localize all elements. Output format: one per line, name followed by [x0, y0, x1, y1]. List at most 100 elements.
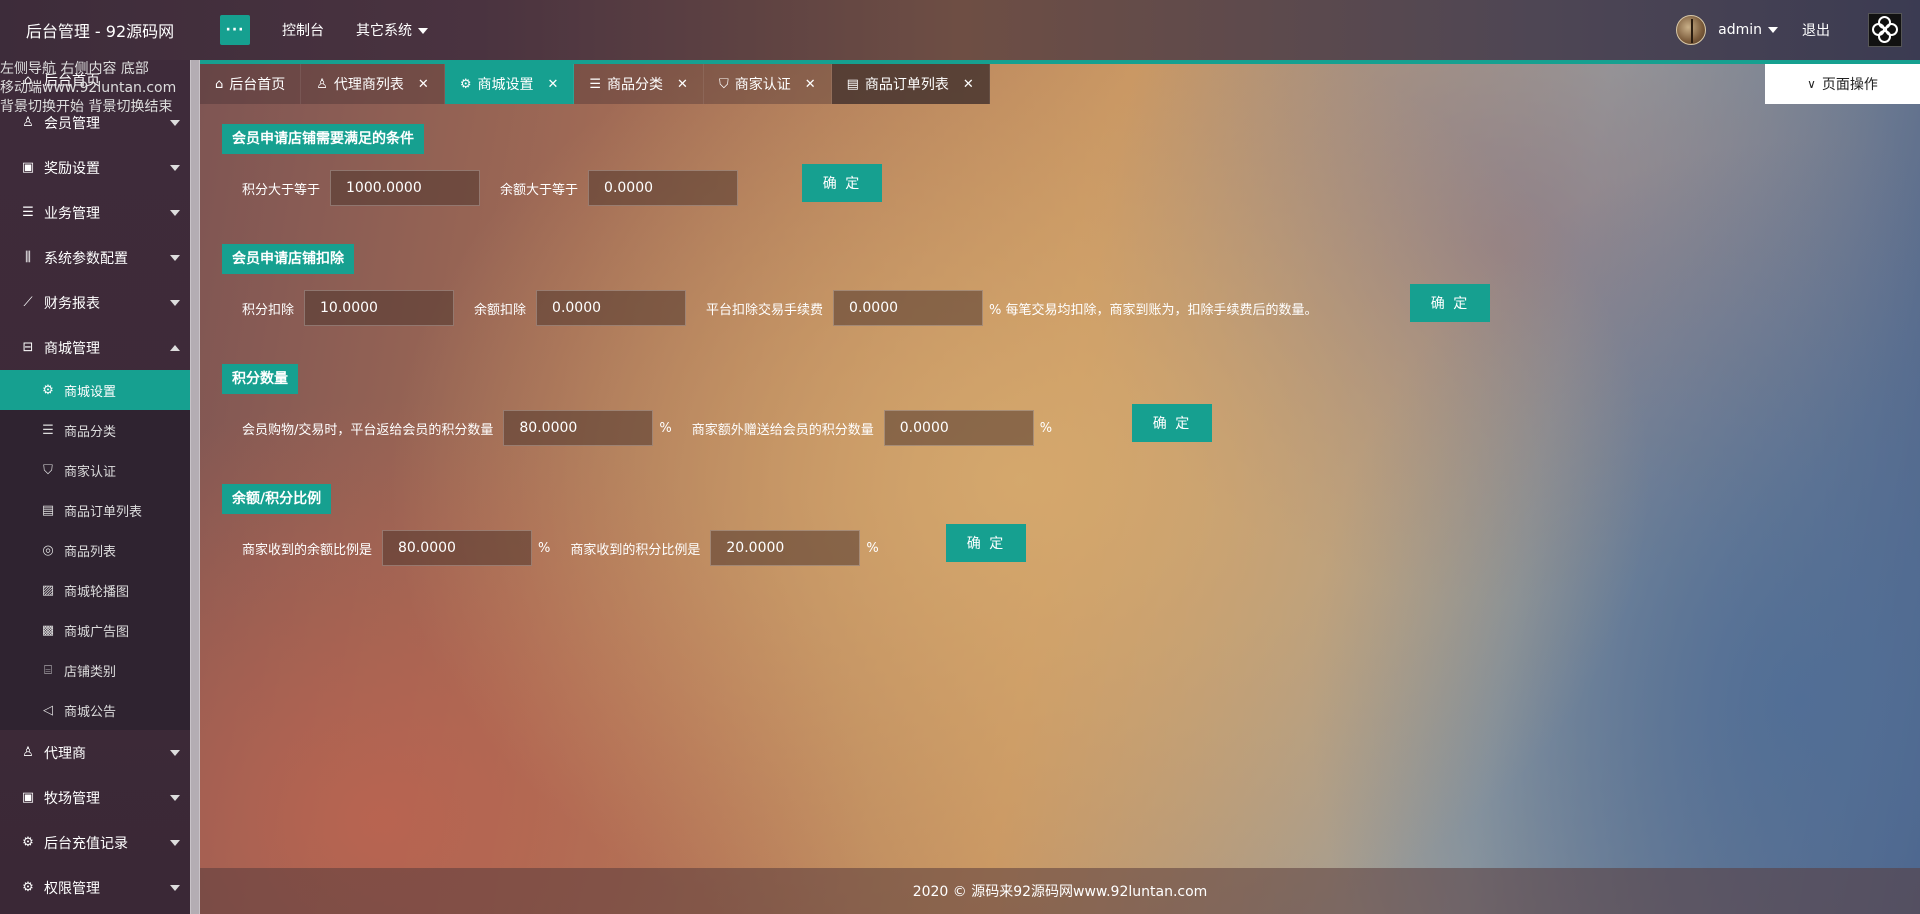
balance-ratio-label: 商家收到的余额比例是	[242, 542, 373, 558]
fee-input[interactable]	[833, 290, 984, 326]
sidebar-item-rewards[interactable]: ▣ 奖励设置	[0, 145, 190, 190]
sidebar-subitem-shop-types[interactable]: ⌸ 店铺类别	[0, 650, 190, 690]
gear-icon: ⚙	[459, 76, 472, 92]
avatar[interactable]	[1676, 15, 1707, 45]
section-title: 会员申请店铺需要满足的条件	[222, 124, 424, 154]
sidebar-subitem-products[interactable]: ◎ 商品列表	[0, 530, 190, 570]
sidebar-subitem-ads[interactable]: ▩ 商城广告图	[0, 610, 190, 650]
close-icon[interactable]: ✕	[547, 77, 558, 92]
scrollbar-thumb[interactable]	[191, 60, 199, 914]
tab-label: 商品分类	[607, 77, 664, 93]
points-deduct-input[interactable]	[304, 290, 455, 326]
user-icon: ♙	[22, 115, 34, 130]
sidebar-item-label: 后台首页	[44, 73, 100, 89]
platform-points-input[interactable]	[503, 410, 654, 446]
logout-link[interactable]: 退出	[1802, 20, 1830, 40]
sidebar-item-permissions[interactable]: ⚙ 权限管理	[0, 865, 190, 910]
tab-merchant-auth[interactable]: ⛉ 商家认证 ✕	[703, 64, 832, 104]
list-icon: ☰	[42, 422, 54, 438]
sidebar-item-label: 商品分类	[64, 424, 117, 440]
shield-icon: ⛉	[718, 76, 729, 92]
confirm-button[interactable]: 确 定	[802, 164, 882, 202]
platform-points-label: 会员购物/交易时，平台返给会员的积分数量	[242, 422, 494, 438]
tab-categories[interactable]: ☰ 商品分类 ✕	[574, 64, 704, 104]
sidebar-subitem-announcements[interactable]: ◁ 商城公告	[0, 690, 190, 730]
sidebar-item-label: 后台充值记录	[44, 835, 128, 852]
tab-label: 商品订单列表	[864, 77, 949, 93]
sidebar-item-label: 权限管理	[44, 880, 100, 897]
percent-unit: %	[866, 540, 879, 556]
balance-ratio-input[interactable]	[382, 530, 533, 566]
balance-min-input[interactable]	[588, 170, 739, 206]
balance-min-label: 余额大于等于	[500, 182, 579, 198]
sidebar-item-label: 商城管理	[44, 340, 100, 357]
close-icon[interactable]: ✕	[963, 77, 974, 92]
theme-switch-icon[interactable]	[1868, 13, 1902, 47]
user-icon: ♙	[22, 745, 34, 760]
close-icon[interactable]: ✕	[418, 77, 429, 92]
sidebar-item-recharge-records[interactable]: ⚙ 后台充值记录	[0, 820, 190, 865]
percent-unit: %	[1039, 420, 1053, 436]
sidebar-item-ranch[interactable]: ▣ 牧场管理	[0, 775, 190, 820]
sidebar-item-system-params[interactable]: ⫼ 系统参数配置	[0, 235, 190, 280]
sidebar-item-label: 奖励设置	[44, 160, 100, 177]
section-title: 积分数量	[222, 364, 298, 394]
home-icon: ⌂	[23, 72, 33, 88]
fee-label: 平台扣除交易手续费	[706, 302, 824, 318]
sidebar-subitem-orders[interactable]: ▤ 商品订单列表	[0, 490, 190, 530]
sidebar-item-label: 店铺类别	[64, 664, 117, 680]
tab-mall-settings[interactable]: ⚙ 商城设置 ✕	[444, 64, 575, 104]
sidebar-item-agents[interactable]: ♙ 代理商	[0, 730, 190, 775]
merchant-points-label: 商家额外赠送给会员的积分数量	[691, 422, 874, 438]
confirm-button[interactable]: 确 定	[1410, 284, 1490, 322]
sidebar-subitem-merchant-auth[interactable]: ⛉ 商家认证	[0, 450, 190, 490]
sidebar-item-business[interactable]: ☰ 业务管理	[0, 190, 190, 235]
chevron-down-icon	[170, 840, 180, 846]
sidebar-subitem-mall-settings[interactable]: ⚙ 商城设置	[0, 370, 190, 410]
gift-icon: ▣	[21, 160, 35, 175]
nav-other-systems-dropdown[interactable]: 其它系统	[356, 20, 428, 40]
chevron-down-icon	[170, 300, 180, 306]
close-icon[interactable]: ✕	[805, 77, 816, 92]
row-points-quantity: 会员购物/交易时，平台返给会员的积分数量 % 商家额外赠送给会员的积分数量 %	[242, 410, 1052, 446]
balance-deduct-input[interactable]	[536, 290, 687, 326]
row-balance-points-ratio: 商家收到的余额比例是 % 商家收到的积分比例是 %	[242, 530, 879, 566]
close-icon[interactable]: ✕	[677, 77, 688, 92]
menu-toggle-button[interactable]: ···	[220, 15, 250, 45]
sidebar-scrollbar[interactable]	[190, 60, 200, 914]
sidebar: ⌂ 后台首页 ♙ 会员管理 ▣ 奖励设置 ☰ 业务管理 ⫼ 系统参数配置 ⟋ 财…	[0, 60, 190, 914]
tab-agent-list[interactable]: ♙ 代理商列表 ✕	[301, 64, 445, 104]
sidebar-subitem-carousel[interactable]: ▨ 商城轮播图	[0, 570, 190, 610]
confirm-button[interactable]: 确 定	[946, 524, 1026, 562]
sidebar-item-label: 商城公告	[64, 704, 117, 720]
tab-label: 代理商列表	[333, 77, 404, 93]
chevron-down-icon	[170, 885, 180, 891]
percent-unit: %	[659, 420, 672, 436]
sidebar-subitem-categories[interactable]: ☰ 商品分类	[0, 410, 190, 450]
document-icon: ▤	[846, 76, 859, 92]
footer: 2020 © 源码来92源码网www.92luntan.com	[200, 868, 1920, 914]
gear-icon: ⚙	[42, 382, 54, 398]
confirm-button[interactable]: 确 定	[1132, 404, 1212, 442]
sidebar-item-label: 系统参数配置	[44, 250, 128, 267]
shop-icon: ⊟	[22, 340, 34, 355]
points-min-input[interactable]	[330, 170, 481, 206]
tab-orders[interactable]: ▤ 商品订单列表 ✕	[831, 64, 990, 104]
tab-home[interactable]: ⌂ 后台首页	[200, 64, 302, 104]
page-operations-dropdown[interactable]: ∨ 页面操作	[1765, 64, 1920, 104]
sidebar-item-home[interactable]: ⌂ 后台首页	[0, 60, 190, 100]
sidebar-item-members[interactable]: ♙ 会员管理	[0, 100, 190, 145]
sidebar-item-label: 商城广告图	[64, 624, 130, 640]
shield-icon: ⛉	[43, 462, 53, 478]
points-ratio-input[interactable]	[710, 530, 861, 566]
sidebar-item-mall[interactable]: ⊟ 商城管理	[0, 325, 190, 370]
sidebar-item-label: 商城设置	[64, 384, 117, 400]
nav-console-link[interactable]: 控制台	[282, 20, 324, 40]
sidebar-item-finance[interactable]: ⟋ 财务报表	[0, 280, 190, 325]
merchant-points-input[interactable]	[883, 410, 1034, 446]
section-title: 会员申请店铺扣除	[222, 244, 354, 274]
points-deduct-label: 积分扣除	[242, 302, 295, 318]
chevron-down-icon	[170, 165, 180, 171]
chevron-down-icon: ∨	[1807, 77, 1816, 91]
user-menu-dropdown[interactable]: admin	[1718, 22, 1778, 38]
